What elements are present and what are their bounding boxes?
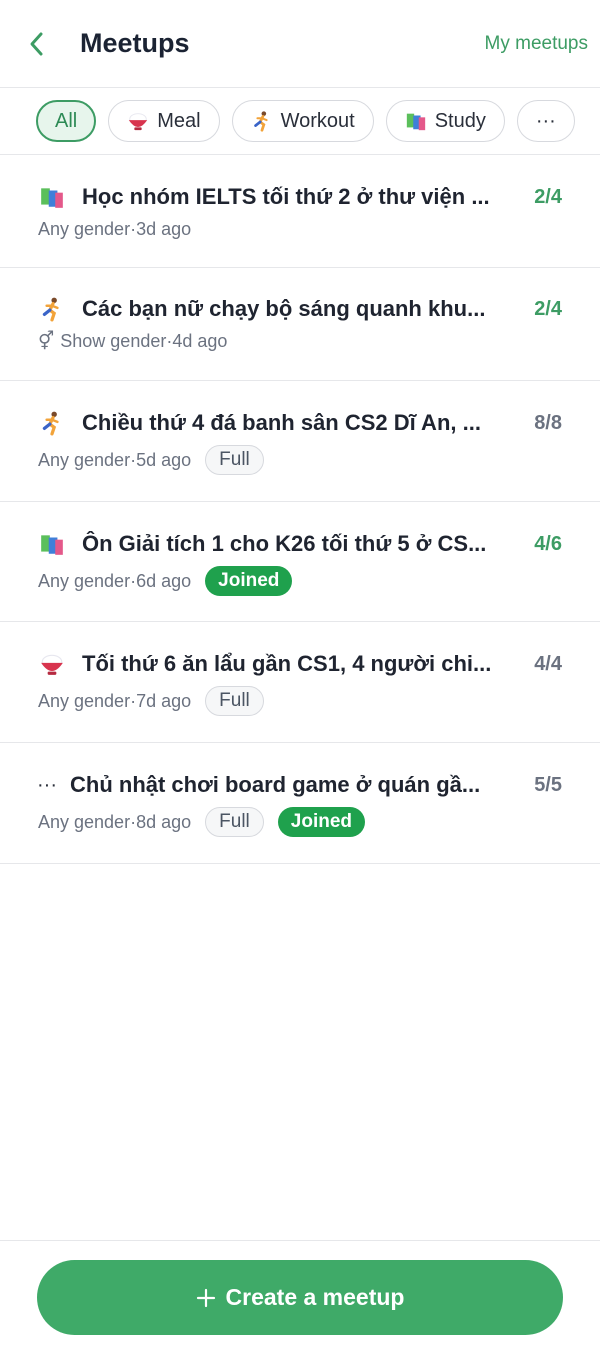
- filter-chip-label: ···: [535, 109, 556, 132]
- gender-text: Show gender: [60, 331, 167, 351]
- time-ago: 7d ago: [136, 690, 192, 711]
- participant-count: 2/4: [534, 297, 562, 320]
- full-badge: Full: [205, 807, 264, 837]
- filter-chip-study[interactable]: Study: [385, 100, 505, 142]
- meetup-title: Tối thứ 6 ăn lẩu gần CS1, 4 người chi...: [82, 651, 492, 676]
- page-title: Meetups: [80, 28, 190, 58]
- chevron-left-icon: [30, 32, 43, 55]
- plus-icon: [196, 1288, 215, 1307]
- create-meetup-label: Create a meetup: [225, 1284, 405, 1310]
- full-badge: Full: [205, 686, 264, 716]
- meetup-meta: Any gender · 3d ago: [38, 219, 562, 240]
- running-icon: [38, 295, 66, 323]
- books-icon: [38, 530, 66, 558]
- meetup-row[interactable]: ··· Chủ nhật chơi board game ở quán gầ..…: [0, 743, 600, 864]
- time-ago: 3d ago: [136, 219, 192, 239]
- rice-bowl-icon: [129, 113, 148, 131]
- participant-count: 4/4: [534, 652, 562, 675]
- bottom-action-bar: Create a meetup: [0, 1240, 600, 1354]
- gender-icon: ⚥: [38, 331, 55, 351]
- time-ago: 5d ago: [136, 449, 192, 470]
- rice-bowl-icon: [38, 650, 66, 678]
- participant-count: 2/4: [534, 185, 562, 208]
- meetup-row[interactable]: Các bạn nữ chạy bộ sáng quanh khu... 2/4…: [0, 268, 600, 381]
- time-ago: 4d ago: [172, 331, 228, 351]
- participant-count: 4/6: [534, 532, 562, 555]
- meetup-meta: Any gender · 8d ago Full Joined: [38, 807, 562, 837]
- gender-text: Any gender: [38, 811, 131, 832]
- gender-text: Any gender: [38, 219, 131, 239]
- participant-count: 8/8: [534, 411, 562, 434]
- filter-chip-label: Workout: [280, 109, 355, 132]
- gender-text: Any gender: [38, 690, 131, 711]
- meetup-row[interactable]: Ôn Giải tích 1 cho K26 tối thứ 5 ở CS...…: [0, 502, 600, 622]
- meetup-row[interactable]: Học nhóm IELTS tối thứ 2 ở thư viện ... …: [0, 155, 600, 268]
- running-icon: [253, 111, 268, 132]
- category-filter-bar: All Meal Workout Study ···: [0, 88, 600, 155]
- back-button[interactable]: [28, 24, 56, 64]
- filter-chip-label: All: [55, 109, 78, 132]
- gender-text: Any gender: [38, 449, 131, 470]
- meetup-meta: Any gender · 7d ago Full: [38, 686, 562, 716]
- filter-chip-more[interactable]: ···: [516, 100, 575, 142]
- meetup-title: Chiều thứ 4 đá banh sân CS2 Dĩ An, ...: [82, 410, 481, 435]
- time-ago: 8d ago: [136, 811, 192, 832]
- meetup-row[interactable]: Chiều thứ 4 đá banh sân CS2 Dĩ An, ... 8…: [0, 381, 600, 502]
- full-badge: Full: [205, 445, 264, 475]
- filter-chip-meal[interactable]: Meal: [108, 100, 220, 142]
- meetup-title: Ôn Giải tích 1 cho K26 tối thứ 5 ở CS...: [82, 531, 487, 556]
- filter-chip-label: Study: [434, 109, 486, 132]
- header: Meetups My meetups: [0, 0, 600, 88]
- meetup-meta: ⚥ Show gender · 4d ago: [38, 331, 562, 352]
- joined-badge: Joined: [205, 566, 293, 596]
- meetups-screen: Meetups My meetups All Meal Workout Stud…: [0, 0, 600, 1354]
- running-icon: [38, 409, 66, 437]
- meetup-row[interactable]: Tối thứ 6 ăn lẩu gần CS1, 4 người chi...…: [0, 622, 600, 743]
- meetup-list: Học nhóm IELTS tối thứ 2 ở thư viện ... …: [0, 155, 600, 864]
- meetup-meta: Any gender · 6d ago Joined: [38, 566, 562, 596]
- books-icon: [406, 113, 425, 131]
- time-ago: 6d ago: [136, 570, 192, 591]
- filter-chip-workout[interactable]: Workout: [231, 100, 374, 142]
- more-icon: ···: [37, 773, 57, 796]
- meetup-meta: Any gender · 5d ago Full: [38, 445, 562, 475]
- meetup-title: Chủ nhật chơi board game ở quán gầ...: [70, 772, 481, 797]
- books-icon: [38, 183, 66, 211]
- joined-badge: Joined: [277, 807, 365, 837]
- create-meetup-button[interactable]: Create a meetup: [37, 1260, 563, 1335]
- meetup-title: Học nhóm IELTS tối thứ 2 ở thư viện ...: [82, 184, 490, 209]
- filter-chip-all[interactable]: All: [36, 100, 97, 142]
- meetup-title: Các bạn nữ chạy bộ sáng quanh khu...: [82, 296, 486, 321]
- gender-text: Any gender: [38, 570, 131, 591]
- filter-chip-label: Meal: [157, 109, 201, 132]
- my-meetups-link[interactable]: My meetups: [485, 33, 588, 55]
- participant-count: 5/5: [534, 773, 562, 796]
